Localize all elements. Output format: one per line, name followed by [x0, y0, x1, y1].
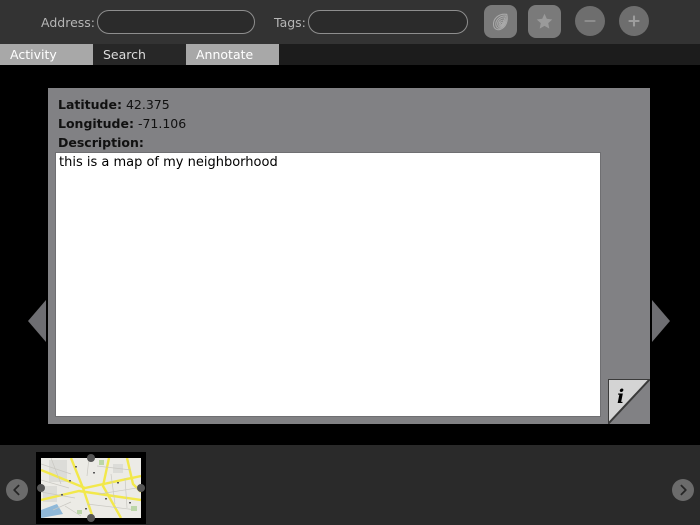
- tags-field-group: Tags:: [274, 9, 468, 35]
- tags-label: Tags:: [274, 14, 306, 30]
- latitude-row: Latitude: 42.375: [58, 97, 170, 112]
- resize-handle-right[interactable]: [137, 484, 145, 492]
- chevron-left-icon: [13, 484, 20, 496]
- latitude-value: 42.375: [125, 97, 170, 112]
- top-toolbar: Address: Tags:: [0, 0, 700, 44]
- zoom-in-button[interactable]: [619, 6, 649, 36]
- tab-search[interactable]: Search: [93, 44, 186, 65]
- tab-activity[interactable]: Activity: [0, 44, 93, 65]
- favorite-button[interactable]: [528, 5, 561, 38]
- longitude-value: -71.106: [137, 116, 187, 131]
- content-stage: Latitude: 42.375 Longitude: -71.106 Desc…: [0, 65, 700, 507]
- info-corner-icon: [607, 378, 653, 427]
- filmstrip-next-button[interactable]: [672, 479, 694, 501]
- star-icon: [536, 13, 553, 29]
- minus-icon: [584, 19, 596, 23]
- nav-left-arrow[interactable]: [28, 300, 46, 342]
- description-row: Description:: [58, 135, 144, 150]
- info-button[interactable]: i: [607, 378, 653, 427]
- map-thumbnail-graphic: [41, 458, 141, 518]
- chevron-right-icon: [680, 484, 687, 496]
- nav-right-arrow[interactable]: [652, 300, 670, 342]
- zoom-out-button[interactable]: [575, 6, 605, 36]
- longitude-row: Longitude: -71.106: [58, 116, 186, 131]
- thumbnail-item[interactable]: [36, 452, 146, 524]
- tab-annotate[interactable]: Annotate: [186, 44, 279, 65]
- plus-icon: [628, 15, 640, 27]
- longitude-label: Longitude:: [58, 116, 134, 131]
- latitude-label: Latitude:: [58, 97, 122, 112]
- info-glyph: i: [617, 386, 625, 408]
- resize-handle-left[interactable]: [37, 484, 45, 492]
- description-label: Description:: [58, 135, 144, 150]
- annotation-panel: Latitude: 42.375 Longitude: -71.106 Desc…: [48, 88, 653, 427]
- address-label: Address:: [41, 14, 95, 30]
- filmstrip-prev-button[interactable]: [6, 479, 28, 501]
- resize-handle-top[interactable]: [87, 454, 95, 462]
- tags-input[interactable]: [307, 10, 468, 34]
- shell-icon: [493, 13, 508, 31]
- tab-bar: Activity Search Annotate: [0, 44, 700, 65]
- description-input[interactable]: [55, 152, 601, 417]
- address-input[interactable]: [97, 10, 255, 34]
- resize-handle-bottom[interactable]: [87, 514, 95, 522]
- map-thumbnail: [41, 458, 141, 518]
- shell-button[interactable]: [484, 5, 517, 38]
- address-field-group: Address:: [41, 9, 255, 35]
